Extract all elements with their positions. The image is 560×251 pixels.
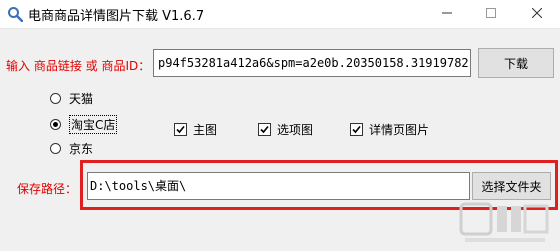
magnifier-icon: [7, 6, 24, 23]
app-window: 电商商品详情图片下载 V1.6.7 输入 商品链接 或 商品ID： p94f53…: [0, 0, 560, 251]
checkmark-icon: [260, 125, 269, 134]
title-bar[interactable]: 电商商品详情图片下载 V1.6.7: [0, 0, 560, 29]
maximize-button[interactable]: [468, 0, 514, 28]
radio-jd[interactable]: 京东: [50, 140, 93, 157]
checkmark-icon: [176, 125, 185, 134]
close-icon: [531, 7, 543, 21]
download-button-label: 下载: [503, 56, 528, 71]
product-input-label: 输入 商品链接 或 商品ID：: [6, 59, 151, 73]
checkbox-label-option-image: 选项图: [277, 123, 314, 137]
save-path-input[interactable]: D:\tools\桌面\: [87, 172, 470, 200]
minimize-icon: [442, 7, 452, 21]
checkbox-detail-image[interactable]: 详情页图片: [350, 121, 429, 138]
radio-label-tmall: 天猫: [69, 92, 94, 106]
checkbox-option-image[interactable]: 选项图: [258, 121, 313, 138]
checkbox-box[interactable]: [258, 123, 271, 136]
minimize-button[interactable]: [424, 0, 470, 28]
choose-folder-button[interactable]: 选择文件夹: [472, 172, 551, 200]
radio-circle[interactable]: [50, 143, 61, 154]
checkbox-main-image[interactable]: 主图: [174, 121, 217, 138]
checkbox-label-main-image: 主图: [193, 123, 218, 137]
window-title: 电商商品详情图片下载 V1.6.7: [28, 9, 205, 24]
download-button[interactable]: 下载: [478, 48, 554, 78]
checkbox-box[interactable]: [174, 123, 187, 136]
checkbox-label-detail-image: 详情页图片: [369, 123, 430, 137]
radio-taobao[interactable]: 淘宝C店: [50, 115, 118, 134]
radio-circle[interactable]: [50, 119, 61, 130]
checkbox-box[interactable]: [350, 123, 363, 136]
save-path-label: 保存路径：: [17, 182, 78, 196]
radio-label-taobao: 淘宝C店: [69, 115, 118, 134]
checkmark-icon: [352, 125, 361, 134]
radio-tmall[interactable]: 天猫: [50, 90, 93, 107]
choose-folder-button-label: 选择文件夹: [481, 179, 542, 194]
radio-label-jd: 京东: [69, 142, 94, 156]
radio-selected-dot: [53, 122, 58, 127]
maximize-icon: [486, 7, 496, 21]
radio-circle[interactable]: [50, 93, 61, 104]
product-url-input[interactable]: p94f53281a412a6&spm=a2e0b.20350158.31919…: [153, 49, 471, 77]
watermark-logo: [455, 200, 555, 248]
close-button[interactable]: [514, 0, 560, 28]
